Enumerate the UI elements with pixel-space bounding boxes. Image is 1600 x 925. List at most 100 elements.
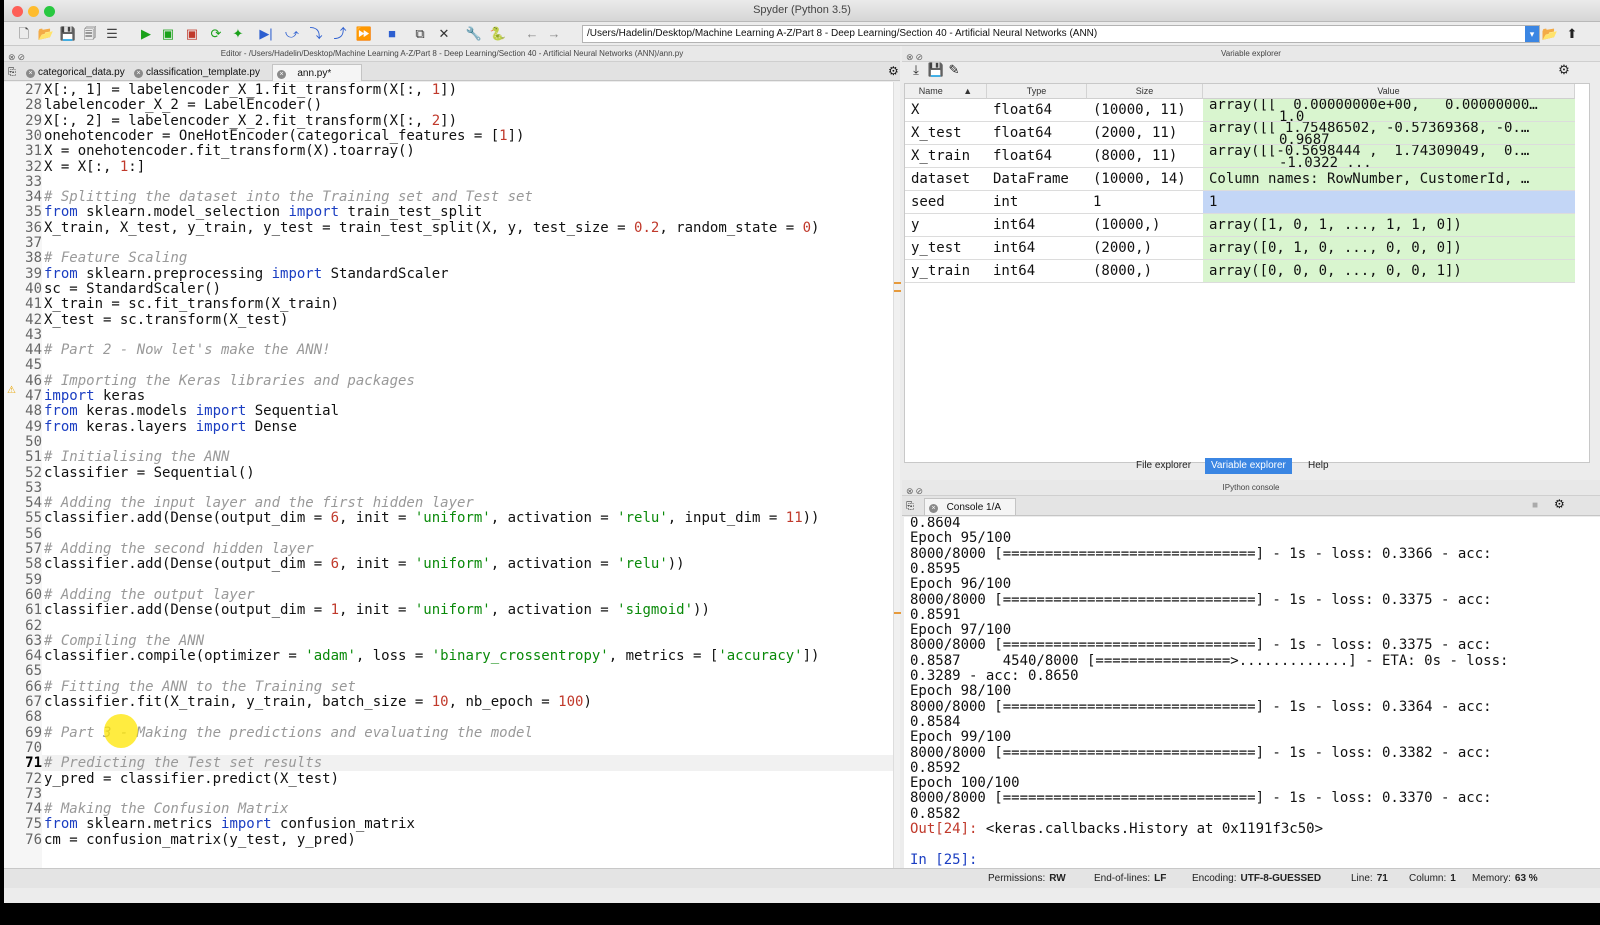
line-number-gutter: 27 28 29 30 31 32 33 34 35 36 37 38 39 40 41 42 43 44 45 46… <box>4 82 42 868</box>
editor-pane: ⊗⊘ Editor - /Users/Hadelin/Desktop/Machi… <box>4 46 901 868</box>
outline-icon[interactable]: ☰ <box>104 26 120 42</box>
console-line: 8000/8000 [=============================… <box>910 790 1492 807</box>
close-icon[interactable]: × <box>929 504 938 513</box>
line-number: 36 <box>25 219 42 236</box>
save-data-icon[interactable]: 💾 <box>928 62 944 78</box>
close-icon[interactable]: × <box>277 70 286 79</box>
editor-scrollbar[interactable] <box>893 82 901 868</box>
code-line: from keras.layers import Dense <box>44 418 297 435</box>
debug-icon[interactable]: ▶| <box>258 26 274 42</box>
variable-type-cell: int <box>987 191 1087 214</box>
variable-value-cell: array([[-0.5698444 , 1.74309049, 0.… -1.0… <box>1203 145 1575 168</box>
status-value: 63 % <box>1514 873 1538 884</box>
tab-classification-template[interactable]: × classification_template.py <box>134 64 260 81</box>
continue-icon[interactable]: ⏩ <box>356 26 372 42</box>
remove-all-icon[interactable]: ✎ <box>946 62 962 78</box>
run-cell-icon[interactable]: ▣ <box>160 26 176 42</box>
pane-close-icon[interactable]: ⊗⊘ <box>906 49 925 61</box>
console-line: 8000/8000 [=============================… <box>910 637 1492 654</box>
column-header-size[interactable]: Size <box>1087 84 1203 99</box>
run-cell-advance-icon[interactable]: ▣ <box>184 26 200 42</box>
parent-directory-icon[interactable]: ⬆ <box>1564 26 1580 42</box>
line-number: 32 <box>25 158 42 175</box>
line-number: 73 <box>25 785 42 802</box>
line-number: 69 <box>25 724 42 741</box>
open-file-icon[interactable]: 📂 <box>38 26 54 42</box>
variable-name-cell: dataset <box>905 168 987 191</box>
column-header-value[interactable]: Value <box>1203 84 1575 99</box>
column-header-name[interactable]: Name ▲ <box>905 84 987 99</box>
variable-size-cell: 1 <box>1087 191 1203 214</box>
new-file-icon[interactable]: 🗋 <box>16 26 32 42</box>
tab-console-1a[interactable]: × Console 1/A <box>924 498 1017 515</box>
tab-variable-explorer[interactable]: Variable explorer <box>1205 458 1292 474</box>
tab-file-explorer[interactable]: File explorer <box>1130 458 1197 474</box>
stop-debug-icon[interactable]: ■ <box>384 26 400 42</box>
save-icon[interactable]: 💾 <box>60 26 76 42</box>
step-into-icon[interactable]: ⤵ <box>308 26 324 42</box>
code-line: import keras <box>44 388 146 404</box>
warning-icon[interactable]: ⚠ <box>7 385 16 396</box>
variable-type-cell: float64 <box>987 99 1087 122</box>
console-line: 0.8582 <box>910 805 961 822</box>
code-line: # Compiling the ANN <box>44 632 205 649</box>
python-path-icon[interactable]: 🐍 <box>490 26 506 42</box>
run-selection-icon[interactable]: ✦ <box>230 26 246 42</box>
fullscreen-icon[interactable]: ✕ <box>436 26 452 42</box>
gear-icon[interactable]: ⚙ <box>888 63 899 80</box>
tab-help[interactable]: Help <box>1302 458 1335 474</box>
tab-ann-py[interactable]: × ann.py* <box>272 64 363 81</box>
tab-label: Console 1/A <box>946 502 1002 513</box>
tab-categorical-data[interactable]: × categorical_data.py <box>26 64 125 81</box>
status-value: RW <box>1049 873 1066 884</box>
run-icon[interactable]: ▶ <box>138 26 154 42</box>
gear-icon[interactable]: ⚙ <box>1554 496 1565 513</box>
console-line: 8000/8000 [=============================… <box>910 545 1492 562</box>
console-output[interactable]: 0.8604 Epoch 95/100 8000/8000 [===========… <box>904 517 1600 868</box>
column-header-type[interactable]: Type <box>987 84 1087 99</box>
rerun-icon[interactable]: ⟳ <box>208 26 224 42</box>
status-label: Memory: <box>1472 873 1511 884</box>
pane-close-icon[interactable]: ⊗⊘ <box>906 483 925 495</box>
maximize-pane-icon[interactable]: ⧉ <box>412 26 428 42</box>
tab-browse-icon[interactable]: ⎘ <box>8 64 16 81</box>
line-number: 75 <box>25 816 42 833</box>
import-data-icon[interactable]: ⤓ <box>908 62 924 78</box>
line-number: 53 <box>25 479 42 496</box>
step-icon[interactable]: ⤻ <box>284 26 300 42</box>
pane-close-icon[interactable]: ⊗⊘ <box>8 49 27 61</box>
variable-table: Name ▲ Type Size Value Xfloat64 (10000, 1… <box>904 83 1590 463</box>
tab-label: ann.py* <box>297 68 332 79</box>
forward-arrow-icon[interactable]: → <box>546 26 562 42</box>
save-all-icon[interactable]: 🗐 <box>82 26 98 42</box>
working-directory-combobox[interactable]: /Users/Hadelin/Desktop/Machine Learning … <box>582 25 1540 43</box>
variable-value-cell: 1 <box>1203 191 1575 214</box>
code-line: y_pred = classifier.predict(X_test) <box>44 770 340 787</box>
variable-explorer-tab-bar: File explorer Variable explorer Help <box>902 458 1600 476</box>
step-return-icon[interactable]: ⤴ <box>332 26 348 42</box>
back-arrow-icon[interactable]: ← <box>524 26 540 42</box>
close-icon[interactable]: × <box>26 69 35 78</box>
status-bar: Permissions: RW End-of-lines: LF Encoding:… <box>4 868 1600 888</box>
code-line: classifier.add(Dense(output_dim = 6, ini… <box>44 510 820 527</box>
line-number: 34 <box>25 189 42 206</box>
sort-ascending-icon: ▲ <box>963 86 973 96</box>
scrollbar-marker <box>894 612 901 614</box>
console-browse-icon[interactable]: ⎘ <box>906 498 914 515</box>
chevron-down-icon[interactable]: ▾ <box>1525 26 1539 42</box>
gear-icon[interactable]: ⚙ <box>1556 62 1572 78</box>
browse-folder-icon[interactable]: 📂 <box>1542 26 1558 42</box>
code-editor[interactable]: 27 28 29 30 31 32 33 34 35 36 37 38 39 40 41 42 43 44 45 46… <box>4 82 893 868</box>
variable-name-cell: seed <box>905 191 987 214</box>
code-line: # Predicting the Test set results <box>44 755 323 772</box>
preferences-icon[interactable]: 🔧 <box>466 26 482 42</box>
variable-explorer-title: ⊗⊘ Variable explorer <box>902 46 1600 62</box>
line-number: 62 <box>25 617 42 634</box>
variable-type-cell: float64 <box>987 122 1087 145</box>
close-icon[interactable]: × <box>134 69 143 78</box>
editor-tab-bar: ⎘ × categorical_data.py × classification_t… <box>4 62 900 81</box>
main-toolbar: 🗋 📂 💾 🗐 ☰ ▶ ▣ ▣ ⟳ ✦ ▶| ⤻ ⤵ ⤴ ⏩ ■ ⧉ ✕ 🔧 🐍 ← → /Users/Hadelin/D… <box>4 22 1600 46</box>
stop-kernel-icon[interactable]: ■ <box>1532 497 1538 514</box>
line-number: 38 <box>25 250 42 267</box>
line-number: 71 <box>25 755 42 772</box>
